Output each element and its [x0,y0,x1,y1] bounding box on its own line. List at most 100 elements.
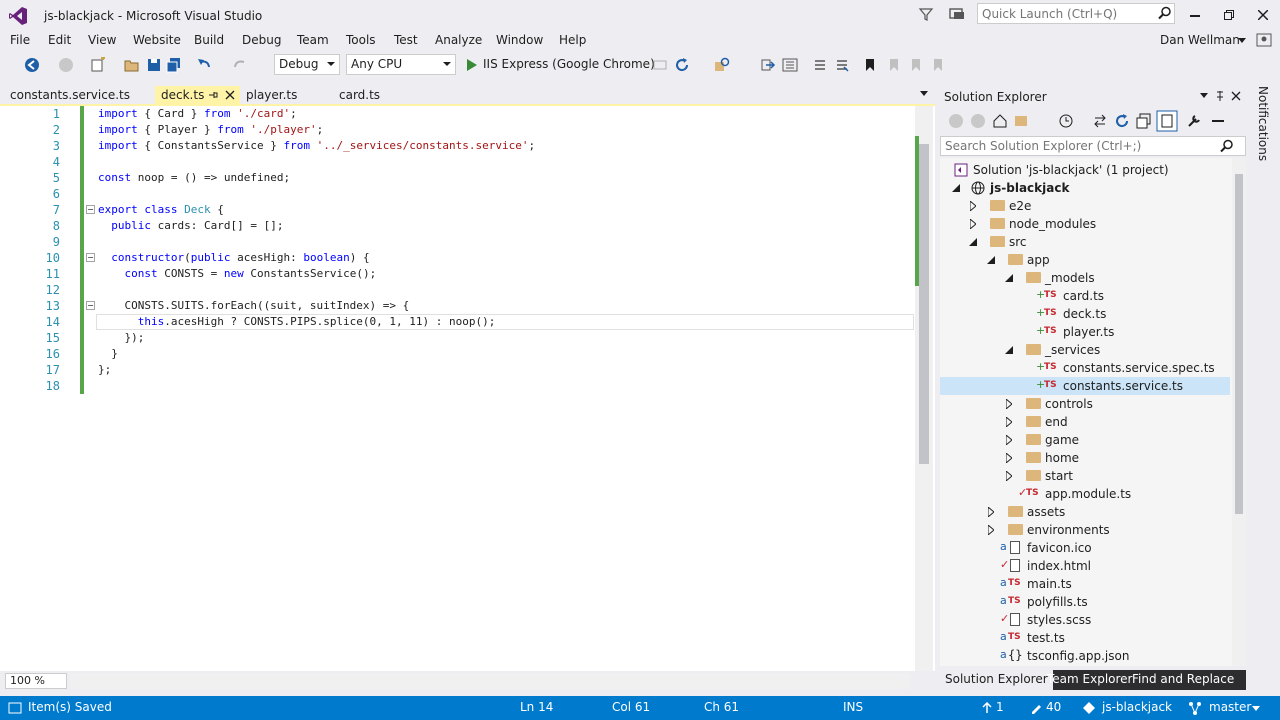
sync-with-active-document-icon[interactable] [1092,113,1108,129]
tree-item-file[interactable]: ✓ TS app.module.ts [940,485,1230,503]
repository-name[interactable]: js-blackjack [1102,700,1172,714]
tab-card[interactable]: card.ts [339,86,419,105]
menu-help[interactable]: Help [559,33,586,47]
step-into-icon[interactable] [760,57,776,73]
pin-icon[interactable] [1214,90,1226,102]
branch-name[interactable]: master [1209,700,1251,714]
collapse-region-toggle[interactable]: − [86,205,95,214]
solution-explorer-scrollbar[interactable] [1232,158,1246,666]
user-profile-icon[interactable] [1256,33,1274,49]
undo-icon[interactable] [196,57,212,73]
start-debugging-icon[interactable] [464,57,480,73]
new-project-icon[interactable] [90,57,106,73]
close-panel-icon[interactable] [1231,91,1241,101]
preview-selected-items-icon[interactable] [1210,113,1226,129]
navigate-forward-icon[interactable] [58,57,74,73]
feedback-icon[interactable] [948,6,968,22]
navigate-back-icon[interactable] [24,57,40,73]
tab-find-and-replace[interactable]: Find and Replace [1127,670,1239,690]
redo-icon[interactable] [232,57,248,73]
tree-item-file-selected[interactable]: + TS constants.service.ts [940,377,1230,395]
tree-item-folder[interactable]: _services [940,341,1230,359]
tree-item-folder[interactable]: app [940,251,1230,269]
tree-item-folder[interactable]: start [940,467,1230,485]
editor-horizontal-scrollbar[interactable] [70,673,910,689]
previous-bookmark-icon[interactable] [886,57,902,73]
tree-item-folder[interactable]: game [940,431,1230,449]
tab-player[interactable]: player.ts [246,86,326,105]
menu-build[interactable]: Build [194,33,224,47]
pin-icon[interactable] [208,90,218,100]
open-file-icon[interactable] [124,57,140,73]
branch-dropdown-icon[interactable] [1252,706,1260,712]
collapse-region-toggle[interactable]: − [86,253,95,262]
save-all-icon[interactable] [166,57,182,73]
show-all-files-icon[interactable] [1156,110,1178,132]
back-icon[interactable] [948,113,964,129]
switch-views-icon[interactable] [1014,113,1032,129]
run-target-label[interactable]: IIS Express (Google Chrome) [483,57,655,71]
menu-test[interactable]: Test [394,33,418,47]
zoom-level-select[interactable]: 100 % [5,673,67,689]
collapse-region-toggle[interactable]: − [86,301,95,310]
tab-deck[interactable]: deck.ts [155,86,240,105]
tree-item-folder[interactable]: home [940,449,1230,467]
home-icon[interactable] [992,113,1008,129]
scrollbar-thumb[interactable] [1235,174,1243,514]
browser-link-icon[interactable] [652,57,668,73]
menu-view[interactable]: View [88,33,116,47]
menu-analyze[interactable]: Analyze [435,33,482,47]
collapse-all-icon[interactable] [1136,113,1152,129]
tree-item-solution[interactable]: Solution 'js-blackjack' (1 project) [940,161,1230,179]
bookmark-icon[interactable] [862,57,878,73]
menu-team[interactable]: Team [297,33,329,47]
notifications-tab[interactable]: Notifications [1256,86,1270,161]
tree-item-folder[interactable]: assets [940,503,1230,521]
refresh-icon[interactable] [1114,113,1130,129]
menu-tools[interactable]: Tools [346,33,376,47]
restore-button[interactable] [1212,4,1246,26]
tree-item-folder[interactable]: end [940,413,1230,431]
tree-item-file[interactable]: + TS constants.service.spec.ts [940,359,1230,377]
tree-item-folder[interactable]: environments [940,521,1230,539]
pending-changes-count[interactable]: 40 [1046,700,1061,714]
tree-item-folder[interactable]: controls [940,395,1230,413]
quick-launch-input[interactable] [977,3,1175,24]
toggle-panel-icon[interactable] [782,57,798,73]
tree-item-file[interactable]: a TS main.ts [940,575,1230,593]
tree-item-file[interactable]: + TS card.ts [940,287,1230,305]
search-icon[interactable] [1158,6,1172,20]
menu-website[interactable]: Website [133,33,181,47]
pending-changes-icon[interactable] [1058,113,1076,129]
forward-icon[interactable] [970,113,986,129]
clear-bookmarks-icon[interactable] [930,57,946,73]
properties-icon[interactable] [1186,113,1202,129]
chevron-down-icon[interactable] [1238,38,1246,44]
tree-item-project[interactable]: js-blackjack [940,179,1230,197]
tree-item-file[interactable]: a {} tsconfig.app.json [940,647,1230,665]
refresh-browser-icon[interactable] [674,57,690,73]
tree-item-file[interactable]: a favicon.ico [940,539,1230,557]
tree-item-file[interactable]: + TS player.ts [940,323,1230,341]
tree-item-folder[interactable]: src [940,233,1230,251]
tree-item-file[interactable]: a TS polyfills.ts [940,593,1230,611]
filter-icon[interactable] [918,6,934,22]
tree-item-folder[interactable]: e2e [940,197,1230,215]
solution-configuration-select[interactable]: Debug [274,54,340,75]
tab-solution-explorer[interactable]: Solution Explorer [940,670,1053,690]
menu-file[interactable]: File [10,33,30,47]
menu-debug[interactable]: Debug [242,33,281,47]
tree-item-folder[interactable]: _models [940,269,1230,287]
close-button[interactable] [1246,4,1280,26]
tab-list-dropdown-icon[interactable] [920,91,928,96]
tree-item-folder[interactable]: node_modules [940,215,1230,233]
code-editor[interactable]: 1 2 3 4 5 6 7 8 9 10 11 12 13 14 15 16 1… [0,106,935,671]
editor-vertical-scrollbar[interactable] [915,106,933,671]
comment-lines-icon[interactable] [812,57,828,73]
save-icon[interactable] [146,57,162,73]
unpushed-commits-count[interactable]: 1 [996,700,1004,714]
tab-constants-service[interactable]: constants.service.ts [10,86,150,105]
close-tab-icon[interactable] [225,90,235,100]
scrollbar-thumb[interactable] [919,144,929,464]
tree-item-file[interactable]: a TS test.ts [940,629,1230,647]
